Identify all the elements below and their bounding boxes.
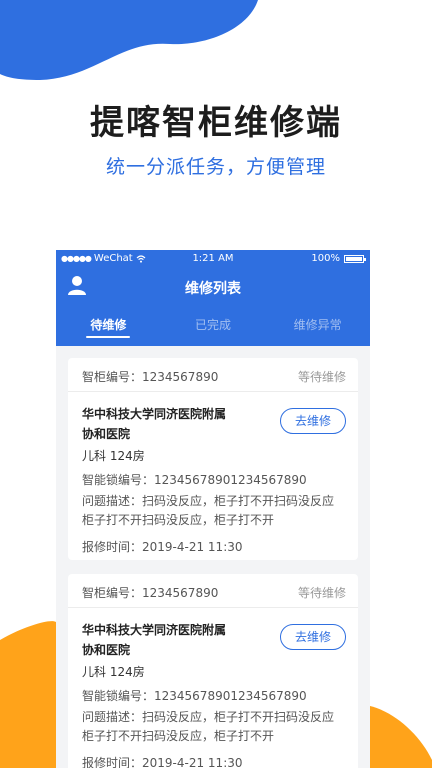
problem-description-line2: 柜子打不开扫码没反应，柜子打不开 [82, 513, 275, 527]
repair-card[interactable]: 智柜编号：1234567890 等待维修 华中科技大学同济医院附属 协和医院 去… [68, 358, 358, 560]
department-room: 儿科 124房 [82, 665, 145, 679]
tab-completed[interactable]: 已完成 [161, 316, 266, 342]
card-header: 智柜编号：1234567890 等待维修 [68, 358, 358, 392]
report-time: 报修时间：2019-4-21 11:30 [82, 540, 243, 554]
hospital-name: 华中科技大学同济医院附属 协和医院 [82, 404, 262, 444]
phone-mockup: ●●●●● WeChat 1:21 AM 100% 维修列表 待维修 已完成 维… [56, 250, 370, 768]
hospital-name: 华中科技大学同济医院附属 协和医院 [82, 620, 262, 660]
page-title: 维修列表 [185, 281, 241, 297]
cabinet-code: 智柜编号：1234567890 [82, 370, 219, 384]
problem-description-line1: 问题描述：扫码没反应，柜子打不开扫码没反应 [82, 494, 335, 508]
app-header: ●●●●● WeChat 1:21 AM 100% 维修列表 待维修 已完成 维… [56, 250, 370, 346]
battery-icon [344, 254, 366, 263]
status-bar: ●●●●● WeChat 1:21 AM 100% [56, 250, 370, 268]
orange-right-shape [370, 706, 432, 768]
hospital-name-line1: 华中科技大学同济医院附属 [82, 623, 227, 637]
battery-percent: 100% [311, 253, 340, 264]
status-label: 等待维修 [297, 370, 346, 384]
hospital-name-line2: 协和医院 [82, 427, 131, 441]
orange-left-shape [0, 621, 56, 768]
hero-subtitle: 统一分派任务，方便管理 [105, 156, 326, 178]
lock-code: 智能锁编号：12345678901234567890 [82, 689, 307, 703]
cabinet-code: 智柜编号：1234567890 [82, 586, 219, 600]
problem-description-line2: 柜子打不开扫码没反应，柜子打不开 [82, 729, 275, 743]
tab-pending[interactable]: 待维修 [56, 316, 161, 342]
problem-description: 问题描述：扫码没反应，柜子打不开扫码没反应 柜子打不开扫码没反应，柜子打不开 [82, 492, 347, 530]
department-room: 儿科 124房 [82, 449, 145, 463]
lock-code: 智能锁编号：12345678901234567890 [82, 473, 307, 487]
go-repair-button[interactable]: 去维修 [280, 624, 346, 650]
hospital-name-line1: 华中科技大学同济医院附属 [82, 407, 227, 421]
report-time: 报修时间：2019-4-21 11:30 [82, 756, 243, 768]
go-repair-button[interactable]: 去维修 [280, 408, 346, 434]
tab-bar: 待维修 已完成 维修异常 [56, 316, 370, 342]
hospital-name-line2: 协和医院 [82, 643, 131, 657]
card-header: 智柜编号：1234567890 等待维修 [68, 574, 358, 608]
problem-description: 问题描述：扫码没反应，柜子打不开扫码没反应 柜子打不开扫码没反应，柜子打不开 [82, 708, 347, 746]
tab-exception[interactable]: 维修异常 [265, 316, 370, 342]
blue-wave-shape [0, 0, 258, 80]
hero-title: 提喀智柜维修端 [90, 103, 342, 143]
problem-description-line1: 问题描述：扫码没反应，柜子打不开扫码没反应 [82, 710, 335, 724]
status-label: 等待维修 [297, 586, 346, 600]
repair-card[interactable]: 智柜编号：1234567890 等待维修 华中科技大学同济医院附属 协和医院 去… [68, 574, 358, 768]
